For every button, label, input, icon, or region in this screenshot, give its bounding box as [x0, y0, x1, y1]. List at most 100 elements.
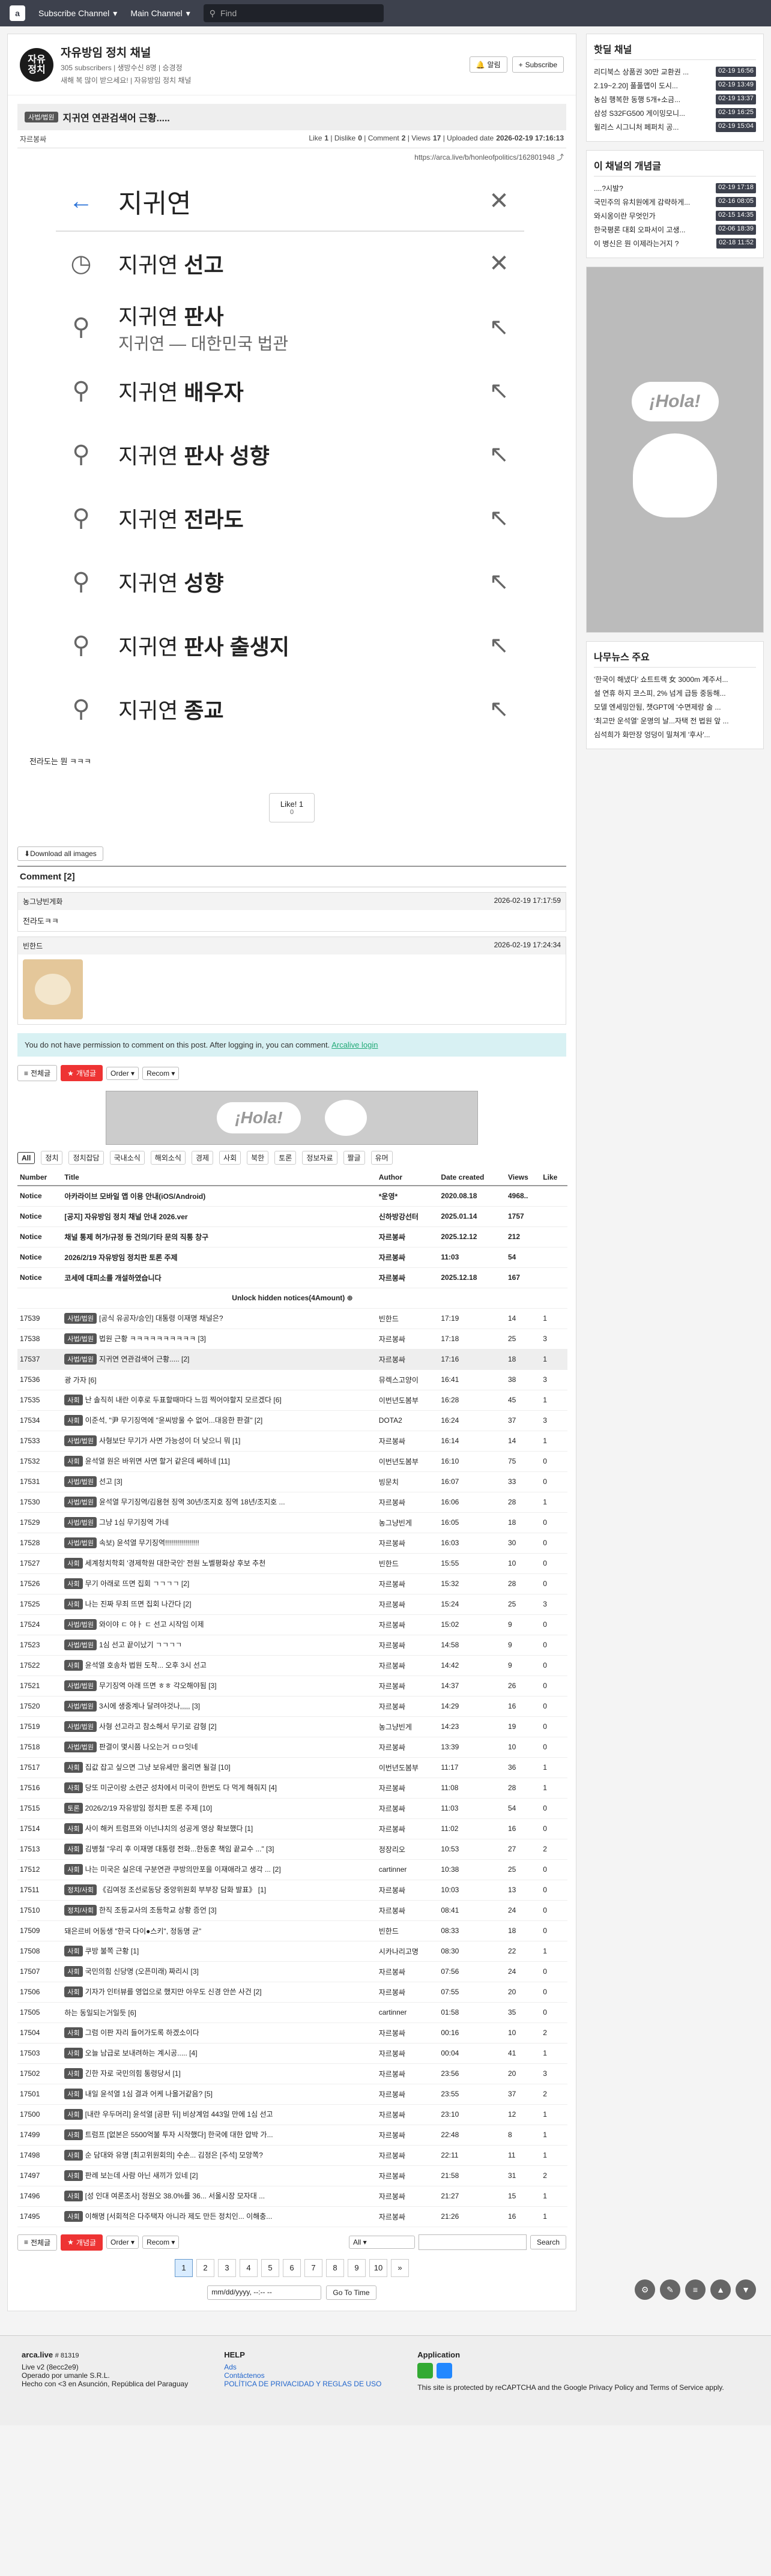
comment-dog-image[interactable]: [23, 959, 83, 1019]
post-author[interactable]: 자르봉싸: [376, 2145, 439, 2166]
post-title[interactable]: 속보) 윤석열 무기징역!!!!!!!!!!!!!!!!!: [99, 1539, 199, 1547]
post-title[interactable]: 트럼프 [없본은 5500억불 투자 시작했다] 한국에 대한 압박 가...: [85, 2131, 273, 2139]
post-author[interactable]: 농그냥빈게: [376, 1512, 439, 1533]
table-row[interactable]: 17499 사회 트럼프 [없본은 5500억불 투자 시작했다] 한국에 대한 …: [17, 2125, 567, 2146]
post-author[interactable]: 빈한드: [376, 1553, 439, 1574]
post-title[interactable]: 그럼 이판 자리 들어가도록 하겠소이다: [85, 2029, 199, 2037]
suggestion-row[interactable]: ◷ 지귀연 선고 ✕: [44, 232, 536, 295]
post-title[interactable]: 2026/2/19 자유방임 정치판 토론 주제: [62, 1247, 376, 1268]
post-category-badge[interactable]: 사법/법원: [64, 1742, 97, 1752]
suggestion-row[interactable]: ⚲ 지귀연 성향 ↖: [44, 550, 536, 614]
post-author[interactable]: 빈한드: [376, 1920, 439, 1941]
post-title[interactable]: 그냥 1심 무기징역 가네: [99, 1518, 169, 1527]
post-author[interactable]: 자르봉싸: [376, 2206, 439, 2227]
post-category-badge[interactable]: 사법/법원: [64, 1517, 97, 1528]
page-link[interactable]: 9: [348, 2258, 366, 2277]
post-title[interactable]: 기자가 인터뷰를 영업으로 했지만 아우도 신경 안쓴 사건 [2]: [85, 1988, 262, 1996]
table-row[interactable]: 17524 사법/법원 와이야 ㄷ 야ㅏ ㄷ 선고 시작임 이제 자르봉싸 15:…: [17, 1614, 567, 1635]
post-author[interactable]: 신하방강선터: [376, 1206, 439, 1227]
post-author[interactable]: 자르봉싸: [376, 2186, 439, 2207]
table-row[interactable]: 17514 사회 사이 해커 트럼프와 이넌냐치의 성공게 영상 확보했다 [1]…: [17, 1818, 567, 1839]
suggestion-row[interactable]: ⚲ 지귀연 배우자 ↖: [44, 359, 536, 423]
post-title[interactable]: 사형 선고라고 참소해서 무기로 감형 [2]: [99, 1722, 217, 1731]
post-title[interactable]: 판결이 몇시쯤 나오는거 ㅁㅁ잇네: [99, 1743, 198, 1751]
news-item[interactable]: 설 연휴 하지 코스피, 2% 넘게 급등 중동해...: [594, 686, 756, 700]
post-author[interactable]: 자르봉싸: [376, 1226, 439, 1247]
scroll-down-icon[interactable]: ▼: [736, 2279, 756, 2300]
like-button[interactable]: Like! 10: [268, 793, 315, 822]
table-row[interactable]: 17495 사회 이해명 [서회적은 다주택자 아니라 제도 만든 정치인... …: [17, 2206, 567, 2227]
table-row[interactable]: 17497 사회 판례 보는데 사람 아닌 새끼가 있네 [2] 자르봉싸 21:…: [17, 2165, 567, 2186]
post-title[interactable]: 돼은르비 어동생 "한국 다이●스키", 정동명 균": [64, 1927, 201, 1935]
unlock-notices-button[interactable]: Unlock hidden notices(4Amount) ⊕: [17, 1288, 567, 1309]
post-category-badge[interactable]: 사법/법원: [64, 1497, 97, 1507]
post-author[interactable]: 자르봉싸: [376, 1696, 439, 1717]
main-channel-menu[interactable]: Main Channel ▾: [130, 8, 190, 19]
post-title[interactable]: 코세에 대피소를 개설하였습니다: [62, 1267, 376, 1288]
post-category-badge[interactable]: 사회: [64, 2109, 83, 2120]
goto-time-button[interactable]: Go To Time: [326, 2285, 376, 2300]
post-author[interactable]: 자르봉싸: [376, 2125, 439, 2146]
suggestion-row[interactable]: ⚲ 지귀연 판사 지귀연 — 대한민국 법관 ↖: [44, 295, 536, 359]
post-category-badge[interactable]: 사회: [64, 2129, 83, 2140]
table-row[interactable]: 17496 사회 [성 인대 여론조사] 정원오 38.0%를 36... 서울시…: [17, 2186, 567, 2207]
post-category-badge[interactable]: 사회: [64, 2191, 83, 2201]
suggestion-row[interactable]: ⚲ 지귀연 전라도 ↖: [44, 486, 536, 550]
table-row[interactable]: 17528 사법/법원 속보) 윤석열 무기징역!!!!!!!!!!!!!!!!!…: [17, 1533, 567, 1554]
post-category-badge[interactable]: 토론: [64, 1803, 83, 1814]
page-link[interactable]: 4: [240, 2258, 258, 2277]
table-row[interactable]: 17511 정치/사회 《김여정 조선로동당 중앙위원회 부부장 담화 발표》 […: [17, 1880, 567, 1901]
notice-row[interactable]: Notice [공지] 자유방임 정치 채널 안내 2026.ver 신하방강선…: [17, 1206, 567, 1227]
subscribe-channel-menu[interactable]: Subscribe Channel ▾: [38, 8, 117, 19]
post-category-badge[interactable]: 사법/법원: [64, 1435, 97, 1446]
post-category-badge[interactable]: 사법/법원: [64, 1639, 97, 1650]
post-title[interactable]: [공식 유공자/승인] 대통령 이재명 채널은?: [99, 1314, 223, 1323]
table-row[interactable]: 17519 사법/법원 사형 선고라고 참소해서 무기로 감형 [2] 농그냥빈게…: [17, 1716, 567, 1737]
post-author[interactable]: 이번년도봄부: [376, 1390, 439, 1411]
post-category-badge[interactable]: 사회: [64, 1864, 83, 1875]
post-author[interactable]: 자르봉싸: [376, 1247, 439, 1268]
best-post-item[interactable]: 이 병신은 뭔 이제라는거지 ? 02-18 11:52: [594, 237, 756, 250]
post-author[interactable]: 자르봉싸: [376, 1982, 439, 2003]
footer-contact-link[interactable]: Contáctenos: [224, 2371, 381, 2380]
post-author[interactable]: 자르봉싸: [376, 1655, 439, 1676]
post-author[interactable]: 자르봉싸: [376, 1349, 439, 1370]
post-author[interactable]: 자르봉싸: [376, 1737, 439, 1758]
post-author[interactable]: 자르봉싸: [376, 1880, 439, 1901]
table-row[interactable]: 17535 사회 난 솔직히 내란 이후로 두표할때마다 느낌 찍어야할지 모르겠…: [17, 1390, 567, 1411]
post-author[interactable]: DOTA2: [376, 1410, 439, 1431]
table-row[interactable]: 17512 사회 나는 미국은 실은데 구분연관 쿠방의만포을 이재애라고 생각 …: [17, 1859, 567, 1880]
table-row[interactable]: 17521 사법/법원 무기징역 아래 뜨면 ㅎㅎ 각오해야됨 [3] 자르봉싸 …: [17, 1676, 567, 1697]
post-author[interactable]: 자르봉싸: [376, 2165, 439, 2186]
post-category-badge[interactable]: 사회: [64, 1986, 83, 1997]
post-title[interactable]: 판례 보는데 사람 아닌 새끼가 있네 [2]: [85, 2171, 198, 2180]
recom-select[interactable]: Recom ▾: [142, 1066, 180, 1080]
post-category-badge[interactable]: 사회: [64, 2211, 83, 2222]
notice-row[interactable]: Notice 채널 통제 허가/규정 등 건의/기타 문의 직통 창구 자르봉싸…: [17, 1226, 567, 1247]
page-link[interactable]: 6: [283, 2258, 301, 2277]
table-row[interactable]: 17534 사회 이준석, "尹 무기징역에 "윤씨방울 수 없어...대응한 판…: [17, 1410, 567, 1431]
post-author[interactable]: 농그냥빈게: [376, 1716, 439, 1737]
list-icon[interactable]: ≡: [685, 2279, 706, 2300]
post-title[interactable]: 쿠방 불쪽 근황 [1]: [85, 1947, 139, 1955]
table-row[interactable]: 17529 사법/법원 그냥 1심 무기징역 가네 농그냥빈게 16:05 18 …: [17, 1512, 567, 1533]
table-row[interactable]: 17531 사법/법원 선고 [3] 빙문치 16:07 33 0: [17, 1471, 567, 1492]
post-author[interactable]: 시카나리고명: [376, 1941, 439, 1962]
post-category-badge[interactable]: 사회: [64, 1599, 83, 1609]
post-category-badge[interactable]: 사회: [64, 2170, 83, 2181]
post-author[interactable]: 자르봉싸: [376, 1594, 439, 1615]
settings-icon[interactable]: ⚙: [635, 2279, 655, 2300]
hotdeal-title[interactable]: 핫딜 채널: [594, 41, 756, 60]
post-title[interactable]: 긴한 자로 국민의힘 통령당서 [1]: [85, 2069, 181, 2078]
notice-row[interactable]: Notice 아카라이브 모바일 앱 이용 안내(iOS/Android) *운…: [17, 1186, 567, 1207]
table-row[interactable]: 17515 토론 2026/2/19 자유방임 정치판 토론 주제 [10] 자르…: [17, 1798, 567, 1819]
post-category-badge[interactable]: 사회: [64, 1762, 83, 1773]
post-title[interactable]: [성 인대 여론조사] 정원오 38.0%를 36... 서울시장 모자대 ..…: [85, 2192, 265, 2200]
table-row[interactable]: 17536 광 가자 [6] 뮤렉스고양이 16:41 38 3: [17, 1369, 567, 1390]
post-author[interactable]: 자르봉싸: [376, 2063, 439, 2084]
post-title[interactable]: 이준석, "尹 무기징역에 "윤씨방울 수 없어...대응한 판결" [2]: [85, 1416, 263, 1425]
post-title[interactable]: 윤석열 호송차 법원 도착... 오후 3시 선고: [85, 1661, 207, 1670]
footer-policy-link[interactable]: POLÍTICA DE PRIVACIDAD Y REGLAS DE USO: [224, 2380, 381, 2388]
all-posts-button[interactable]: ≡ 전체글: [17, 2234, 58, 2251]
post-author[interactable]: 자르봉싸: [376, 2022, 439, 2044]
